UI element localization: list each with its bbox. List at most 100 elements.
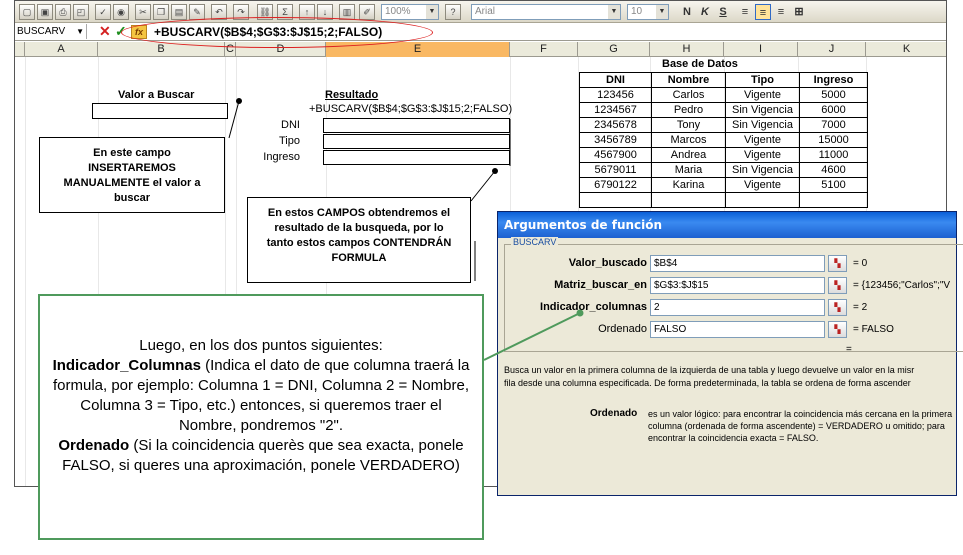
column-header[interactable]: DNI [579, 72, 652, 88]
help-icon[interactable]: ? [445, 4, 461, 20]
table-cell[interactable]: Maria [651, 162, 726, 178]
chevron-down-icon[interactable]: ▼ [426, 5, 438, 19]
research-icon[interactable]: ◉ [113, 4, 129, 20]
column-header-i[interactable]: I [724, 42, 798, 57]
table-cell[interactable]: Sin Vigencia [725, 117, 800, 133]
table-cell[interactable] [799, 192, 868, 208]
select-all-corner[interactable] [15, 42, 25, 57]
matriz-buscar-input[interactable]: $G$3:$J$15 [650, 277, 825, 294]
table-cell[interactable] [651, 192, 726, 208]
result-cell-dni[interactable] [323, 118, 510, 133]
align-left-icon[interactable]: ≡ [737, 4, 753, 20]
column-header-b[interactable]: B [98, 42, 225, 57]
table-cell[interactable]: 7000 [799, 117, 868, 133]
table-cell[interactable]: Karina [651, 177, 726, 193]
table-cell[interactable]: 2345678 [579, 117, 652, 133]
enter-icon[interactable]: ✓ [115, 23, 127, 40]
cancel-icon[interactable]: ✕ [99, 23, 111, 40]
table-cell[interactable]: Pedro [651, 102, 726, 118]
indicador-columnas-input[interactable]: 2 [650, 299, 825, 316]
ordenado-input[interactable]: FALSO [650, 321, 825, 338]
table-cell[interactable]: Andrea [651, 147, 726, 163]
align-right-icon[interactable]: ≡ [773, 4, 789, 20]
copy-icon[interactable]: ❐ [153, 4, 169, 20]
table-cell[interactable]: 3456789 [579, 132, 652, 148]
name-box[interactable]: BUSCARV ▼ [15, 24, 87, 39]
table-cell[interactable]: Vigente [725, 147, 800, 163]
font-select[interactable]: Arial ▼ [471, 4, 621, 20]
underline-button[interactable]: S [715, 4, 731, 20]
column-header[interactable]: Nombre [651, 72, 726, 88]
font-size-select[interactable]: 10 ▼ [627, 4, 669, 20]
undo-icon[interactable]: ↶ [211, 4, 227, 20]
dialog-title[interactable]: Argumentos de función [498, 212, 956, 238]
table-cell[interactable]: 1234567 [579, 102, 652, 118]
hyperlink-icon[interactable]: ⛓ [257, 4, 273, 20]
table-cell[interactable]: 11000 [799, 147, 868, 163]
align-center-icon[interactable]: ≡ [755, 4, 771, 20]
formula-input[interactable]: +BUSCARV($B$4;$G$3:$J$15;2;FALSO) [154, 23, 382, 41]
chevron-down-icon[interactable]: ▼ [76, 24, 84, 39]
arg-result: = 0 [853, 258, 868, 269]
drawing-icon[interactable]: ✐ [359, 4, 375, 20]
spell-icon[interactable]: ✓ [95, 4, 111, 20]
valor-buscar-cell[interactable] [92, 103, 228, 119]
column-header-f[interactable]: F [510, 42, 578, 57]
table-cell[interactable]: Carlos [651, 87, 726, 103]
table-cell[interactable]: 4600 [799, 162, 868, 178]
column-header-a[interactable]: A [25, 42, 98, 57]
column-header-c[interactable]: C [225, 42, 236, 57]
valor-buscado-input[interactable]: $B$4 [650, 255, 825, 272]
table-cell[interactable]: 4567900 [579, 147, 652, 163]
column-header-e[interactable]: E [326, 42, 510, 57]
print-icon[interactable]: ⎙ [55, 4, 71, 20]
table-cell[interactable]: Vigente [725, 87, 800, 103]
preview-icon[interactable]: ◰ [73, 4, 89, 20]
result-cell-tipo[interactable] [323, 134, 510, 149]
column-header[interactable]: Tipo [725, 72, 800, 88]
column-header-j[interactable]: J [798, 42, 866, 57]
table-cell[interactable]: 5100 [799, 177, 868, 193]
table-cell[interactable]: Sin Vigencia [725, 102, 800, 118]
zoom-select[interactable]: 100% ▼ [381, 4, 439, 20]
table-cell[interactable]: Vigente [725, 132, 800, 148]
table-cell[interactable]: 6000 [799, 102, 868, 118]
column-header-k[interactable]: K [866, 42, 946, 57]
autosum-icon[interactable]: Σ [277, 4, 293, 20]
column-header[interactable]: Ingreso [799, 72, 868, 88]
sort-asc-icon[interactable]: ↑ [299, 4, 315, 20]
cut-icon[interactable]: ✂ [135, 4, 151, 20]
table-cell[interactable]: 5000 [799, 87, 868, 103]
table-cell[interactable] [579, 192, 652, 208]
new-icon[interactable]: ▢ [19, 4, 35, 20]
redo-icon[interactable]: ↷ [233, 4, 249, 20]
table-cell[interactable]: 5679011 [579, 162, 652, 178]
paste-icon[interactable]: ▤ [171, 4, 187, 20]
table-cell[interactable]: Tony [651, 117, 726, 133]
table-cell[interactable]: Vigente [725, 177, 800, 193]
chart-icon[interactable]: ▥ [339, 4, 355, 20]
column-header-d[interactable]: D [236, 42, 326, 57]
column-header-h[interactable]: H [650, 42, 724, 57]
italic-button[interactable]: K [697, 4, 713, 20]
table-cell[interactable]: Sin Vigencia [725, 162, 800, 178]
table-cell[interactable]: 123456 [579, 87, 652, 103]
collapse-dialog-icon[interactable]: ▚ [828, 255, 847, 272]
collapse-dialog-icon[interactable]: ▚ [828, 277, 847, 294]
insert-function-icon[interactable]: fx [131, 25, 147, 39]
collapse-dialog-icon[interactable]: ▚ [828, 321, 847, 338]
merge-center-icon[interactable]: ⊞ [791, 4, 807, 20]
bold-button[interactable]: N [679, 4, 695, 20]
chevron-down-icon[interactable]: ▼ [656, 5, 668, 19]
result-cell-ingreso[interactable] [323, 150, 510, 165]
format-painter-icon[interactable]: ✎ [189, 4, 205, 20]
sort-desc-icon[interactable]: ↓ [317, 4, 333, 20]
column-header-g[interactable]: G [578, 42, 650, 57]
table-cell[interactable]: 15000 [799, 132, 868, 148]
chevron-down-icon[interactable]: ▼ [608, 5, 620, 19]
table-cell[interactable]: Marcos [651, 132, 726, 148]
table-cell[interactable]: 6790122 [579, 177, 652, 193]
collapse-dialog-icon[interactable]: ▚ [828, 299, 847, 316]
save-icon[interactable]: ▣ [37, 4, 53, 20]
table-cell[interactable] [725, 192, 800, 208]
